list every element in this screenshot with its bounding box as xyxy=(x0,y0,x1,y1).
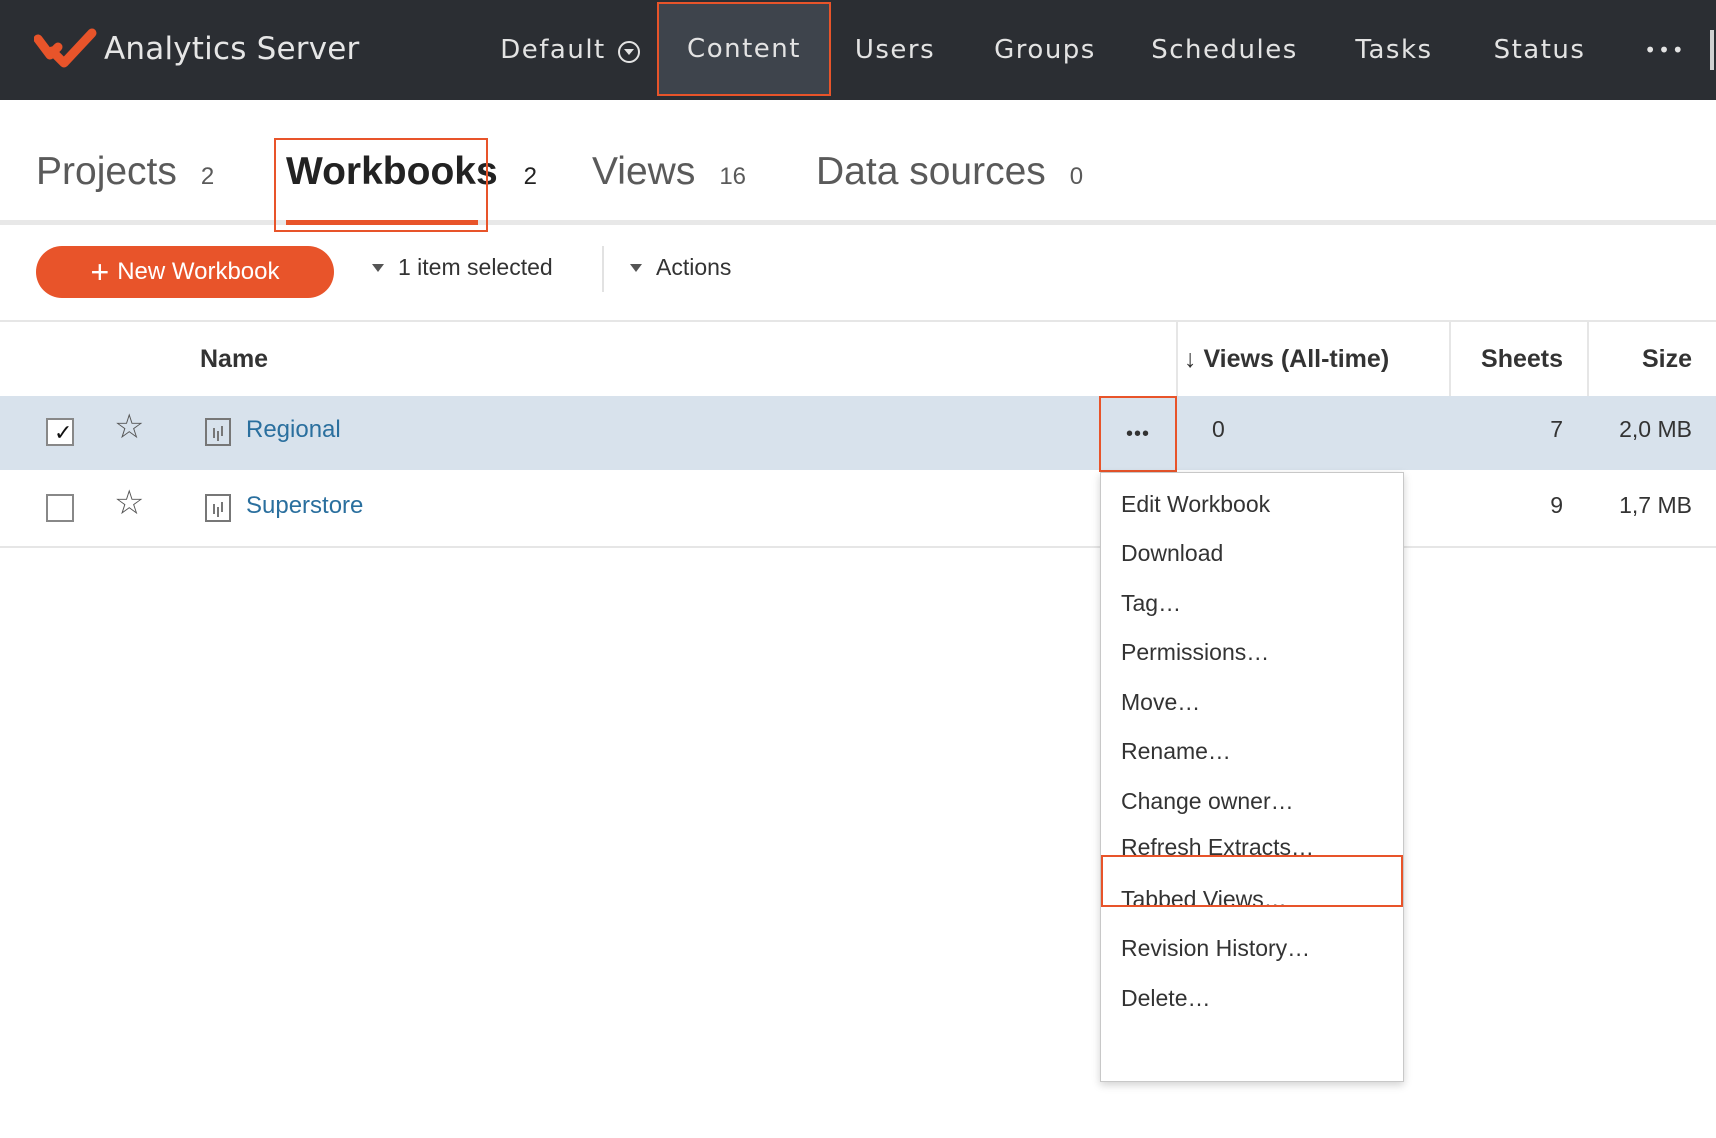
nav-tasks[interactable]: Tasks xyxy=(1354,0,1434,100)
nav-schedules[interactable]: Schedules xyxy=(1151,0,1297,100)
column-header-sheets[interactable]: Sheets xyxy=(1449,322,1587,396)
nav-status[interactable]: Status xyxy=(1492,0,1587,100)
site-selector[interactable]: Default xyxy=(470,0,670,100)
nav-content[interactable]: Content xyxy=(657,2,831,96)
caret-down-icon xyxy=(372,263,384,272)
tab-label: Views xyxy=(592,150,696,193)
selection-label: 1 item selected xyxy=(398,254,553,280)
workbook-size: 2,0 MB xyxy=(1619,416,1692,442)
workbook-name-link[interactable]: Superstore xyxy=(246,492,363,520)
actions-label: Actions xyxy=(656,254,732,280)
brand-logo-icon xyxy=(33,25,98,74)
sheets-count: 7 xyxy=(1550,416,1563,442)
row-checkbox[interactable]: ✓ xyxy=(46,418,74,446)
tab-count: 2 xyxy=(523,163,538,190)
workbook-icon xyxy=(205,494,231,522)
toolbar-divider xyxy=(602,246,604,292)
table-row[interactable]: ☆ Superstore 9 1,7 MB xyxy=(0,472,1716,548)
caret-down-icon xyxy=(630,263,642,272)
workbook-size: 1,7 MB xyxy=(1619,492,1692,518)
favorite-star-icon[interactable]: ☆ xyxy=(114,410,144,444)
tabs-divider xyxy=(0,220,1716,225)
new-workbook-button[interactable]: + New Workbook xyxy=(36,246,334,298)
row-more-actions-button[interactable]: ••• xyxy=(1099,396,1177,472)
menu-item-permissions[interactable]: Permissions… xyxy=(1121,639,1269,666)
menu-item-download[interactable]: Download xyxy=(1121,540,1223,567)
nav-users[interactable]: Users xyxy=(850,0,940,100)
nav-groups[interactable]: Groups xyxy=(990,0,1100,100)
site-name: Default xyxy=(500,35,606,65)
brand[interactable]: Analytics Server xyxy=(33,24,360,74)
menu-item-highlight xyxy=(1101,855,1403,907)
plus-icon: + xyxy=(90,254,110,290)
tab-label: Projects xyxy=(36,150,177,193)
tab-count: 16 xyxy=(719,163,747,190)
menu-item-change-owner[interactable]: Change owner… xyxy=(1121,788,1294,815)
sheets-count: 9 xyxy=(1550,492,1563,518)
menu-item-rename[interactable]: Rename… xyxy=(1121,738,1231,765)
favorite-star-icon[interactable]: ☆ xyxy=(114,486,144,520)
tab-label: Data sources xyxy=(816,150,1046,193)
menu-item-tag[interactable]: Tag… xyxy=(1121,590,1181,617)
menu-item-delete[interactable]: Delete… xyxy=(1121,985,1210,1012)
views-count: 0 xyxy=(1212,416,1225,442)
brand-name: Analytics Server xyxy=(104,31,360,67)
row-checkbox[interactable] xyxy=(46,494,74,522)
tab-count: 0 xyxy=(1069,163,1084,190)
tab-projects[interactable]: Projects 2 xyxy=(36,150,214,194)
workbook-name-link[interactable]: Regional xyxy=(246,416,341,444)
checkmark-icon: ✓ xyxy=(54,420,73,445)
actions-dropdown[interactable]: Actions xyxy=(630,254,731,281)
menu-item-edit-workbook[interactable]: Edit Workbook xyxy=(1121,491,1270,518)
column-header-name[interactable]: Name xyxy=(200,322,268,396)
top-nav-bar: Analytics Server Default Content Users G… xyxy=(0,0,1716,100)
workbook-context-menu: Edit Workbook Download Tag… Permissions…… xyxy=(1100,472,1404,1082)
nav-more-icon[interactable]: ••• xyxy=(1640,0,1690,100)
new-workbook-label: New Workbook xyxy=(117,258,280,285)
tab-count: 2 xyxy=(200,163,215,190)
workbook-icon xyxy=(205,418,231,446)
selection-dropdown[interactable]: 1 item selected xyxy=(372,254,553,281)
tab-views[interactable]: Views 16 xyxy=(592,150,746,194)
column-header-size[interactable]: Size xyxy=(1587,322,1716,396)
nav-scrollbar[interactable] xyxy=(1710,30,1714,70)
menu-item-move[interactable]: Move… xyxy=(1121,689,1200,716)
tab-data-sources[interactable]: Data sources 0 xyxy=(816,150,1083,194)
column-header-views[interactable]: ↓ Views (All-time) xyxy=(1176,322,1450,396)
tab-workbooks-highlight xyxy=(274,138,488,232)
menu-item-revision-history[interactable]: Revision History… xyxy=(1121,935,1310,962)
table-row[interactable]: ✓ ☆ Regional 0 7 2,0 MB xyxy=(0,396,1716,470)
chevron-down-icon xyxy=(617,41,640,63)
